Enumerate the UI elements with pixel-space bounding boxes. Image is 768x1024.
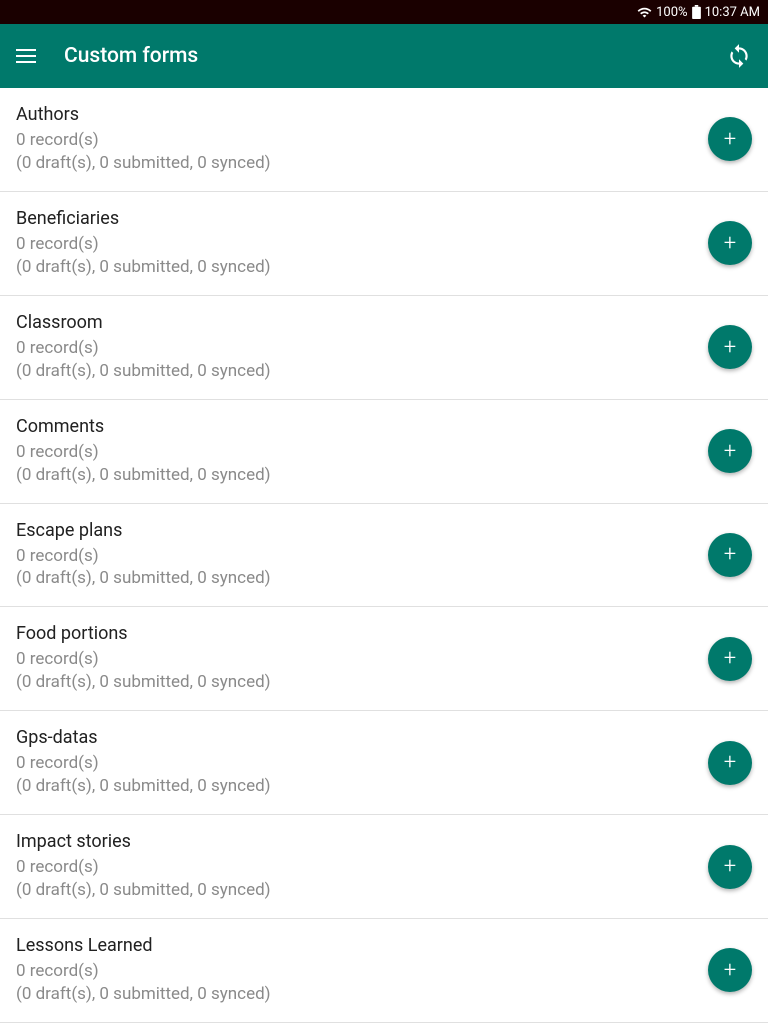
add-button[interactable]: + — [708, 948, 752, 992]
status-battery: 100% — [656, 5, 687, 20]
list-item[interactable]: Authors 0 record(s) (0 draft(s), 0 submi… — [0, 88, 768, 192]
item-title: Escape plans — [16, 520, 696, 541]
item-text: Classroom 0 record(s) (0 draft(s), 0 sub… — [16, 312, 696, 383]
add-button[interactable]: + — [708, 637, 752, 681]
item-status: (0 draft(s), 0 submitted, 0 synced) — [16, 671, 696, 694]
item-records: 0 record(s) — [16, 856, 696, 879]
item-title: Authors — [16, 104, 696, 125]
item-text: Gps-datas 0 record(s) (0 draft(s), 0 sub… — [16, 727, 696, 798]
item-title: Impact stories — [16, 831, 696, 852]
item-records: 0 record(s) — [16, 648, 696, 671]
add-button[interactable]: + — [708, 429, 752, 473]
sync-icon[interactable] — [726, 43, 752, 69]
item-status: (0 draft(s), 0 submitted, 0 synced) — [16, 567, 696, 590]
list-item[interactable]: Beneficiaries 0 record(s) (0 draft(s), 0… — [0, 192, 768, 296]
item-records: 0 record(s) — [16, 752, 696, 775]
item-title: Gps-datas — [16, 727, 696, 748]
forms-list: Authors 0 record(s) (0 draft(s), 0 submi… — [0, 88, 768, 1023]
item-status: (0 draft(s), 0 submitted, 0 synced) — [16, 983, 696, 1006]
list-item[interactable]: Lessons Learned 0 record(s) (0 draft(s),… — [0, 919, 768, 1023]
item-title: Comments — [16, 416, 696, 437]
battery-icon — [692, 5, 701, 19]
list-item[interactable]: Classroom 0 record(s) (0 draft(s), 0 sub… — [0, 296, 768, 400]
item-text: Escape plans 0 record(s) (0 draft(s), 0 … — [16, 520, 696, 591]
item-title: Food portions — [16, 623, 696, 644]
item-text: Authors 0 record(s) (0 draft(s), 0 submi… — [16, 104, 696, 175]
add-button[interactable]: + — [708, 845, 752, 889]
item-status: (0 draft(s), 0 submitted, 0 synced) — [16, 256, 696, 279]
item-records: 0 record(s) — [16, 441, 696, 464]
item-title: Beneficiaries — [16, 208, 696, 229]
page-title: Custom forms — [64, 44, 698, 68]
item-title: Lessons Learned — [16, 935, 696, 956]
item-title: Classroom — [16, 312, 696, 333]
add-button[interactable]: + — [708, 533, 752, 577]
item-records: 0 record(s) — [16, 337, 696, 360]
item-records: 0 record(s) — [16, 960, 696, 983]
add-button[interactable]: + — [708, 741, 752, 785]
list-item[interactable]: Escape plans 0 record(s) (0 draft(s), 0 … — [0, 504, 768, 608]
item-status: (0 draft(s), 0 submitted, 0 synced) — [16, 464, 696, 487]
item-text: Beneficiaries 0 record(s) (0 draft(s), 0… — [16, 208, 696, 279]
item-status: (0 draft(s), 0 submitted, 0 synced) — [16, 360, 696, 383]
item-records: 0 record(s) — [16, 129, 696, 152]
add-button[interactable]: + — [708, 325, 752, 369]
add-button[interactable]: + — [708, 221, 752, 265]
menu-icon[interactable] — [16, 49, 36, 63]
item-status: (0 draft(s), 0 submitted, 0 synced) — [16, 879, 696, 902]
item-records: 0 record(s) — [16, 233, 696, 256]
item-text: Food portions 0 record(s) (0 draft(s), 0… — [16, 623, 696, 694]
item-status: (0 draft(s), 0 submitted, 0 synced) — [16, 152, 696, 175]
list-item[interactable]: Impact stories 0 record(s) (0 draft(s), … — [0, 815, 768, 919]
status-bar: 100% 10:37 AM — [0, 0, 768, 24]
status-time: 10:37 AM — [705, 5, 760, 20]
wifi-icon — [637, 5, 652, 20]
list-item[interactable]: Gps-datas 0 record(s) (0 draft(s), 0 sub… — [0, 711, 768, 815]
add-button[interactable]: + — [708, 117, 752, 161]
app-bar: Custom forms — [0, 24, 768, 88]
item-records: 0 record(s) — [16, 545, 696, 568]
item-text: Comments 0 record(s) (0 draft(s), 0 subm… — [16, 416, 696, 487]
list-item[interactable]: Comments 0 record(s) (0 draft(s), 0 subm… — [0, 400, 768, 504]
item-text: Lessons Learned 0 record(s) (0 draft(s),… — [16, 935, 696, 1006]
list-item[interactable]: Food portions 0 record(s) (0 draft(s), 0… — [0, 607, 768, 711]
item-status: (0 draft(s), 0 submitted, 0 synced) — [16, 775, 696, 798]
item-text: Impact stories 0 record(s) (0 draft(s), … — [16, 831, 696, 902]
